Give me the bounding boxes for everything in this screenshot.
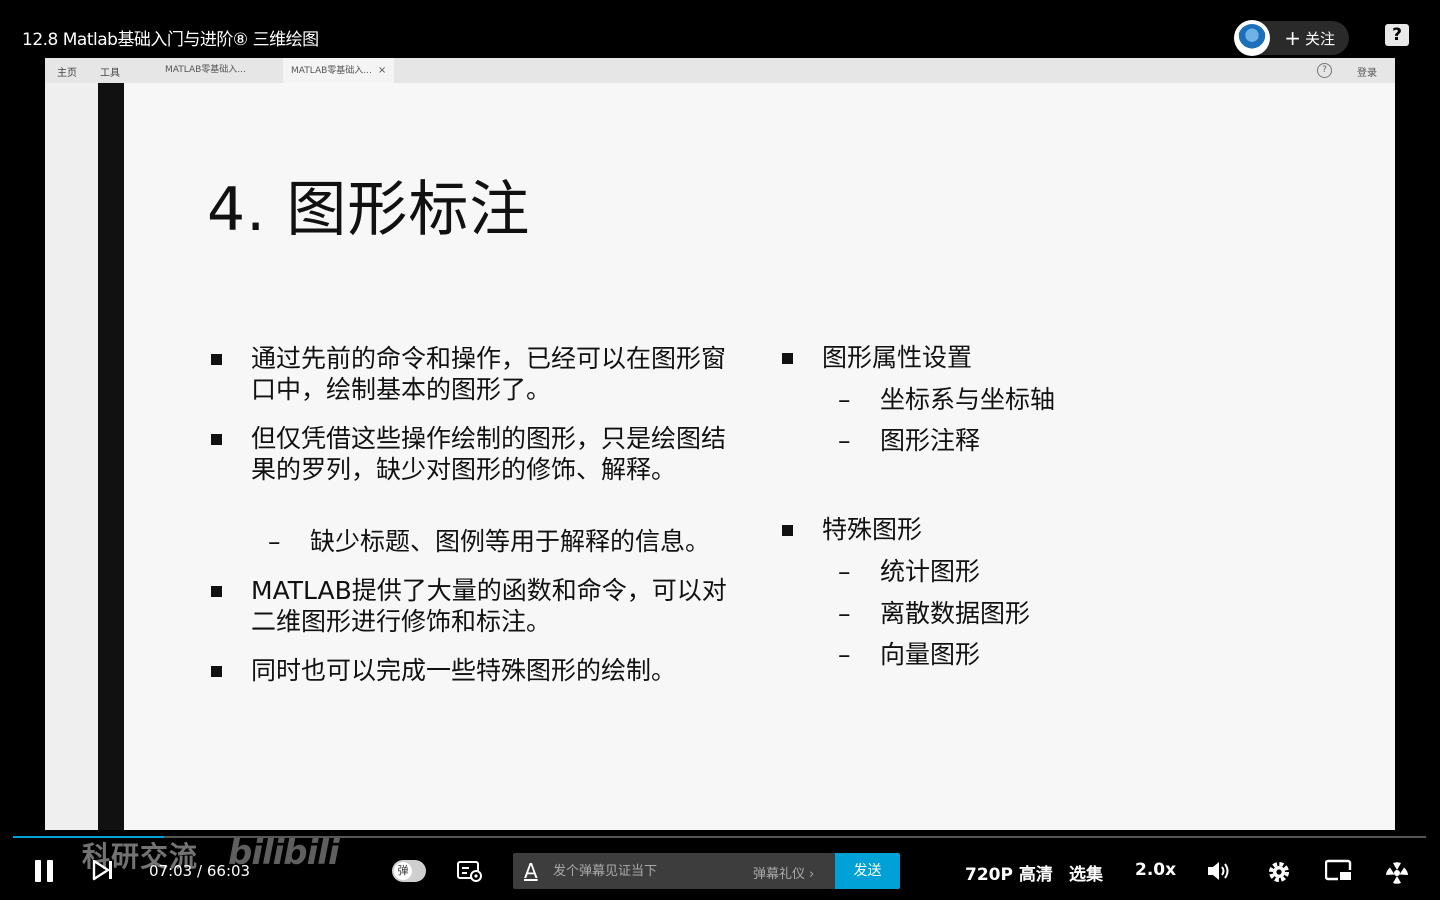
slide-bullet: 图形属性设置: [782, 342, 973, 373]
slide-sub-bullet: – 坐标系与坐标轴: [838, 384, 1056, 415]
time-separator: /: [197, 862, 203, 880]
dash-icon: –: [838, 640, 851, 669]
bullet-text: 特殊图形: [822, 515, 923, 544]
dash-icon: –: [268, 527, 281, 556]
dash-icon: –: [838, 599, 851, 628]
slide-bullet: 通过先前的命令和操作，已经可以在图形窗口中，绘制基本的图形了。: [211, 343, 741, 405]
danmaku-input[interactable]: [553, 861, 733, 881]
episodes-button[interactable]: 选集: [1069, 860, 1103, 885]
danmaku-settings-icon[interactable]: [457, 861, 483, 883]
bullet-square-icon: [211, 666, 222, 677]
bullet-text: 但仅凭借这些操作绘制的图形，只是绘图结果的罗列，缺少对图形的修饰、解释。: [251, 424, 727, 484]
danmaku-toggle[interactable]: 弹: [392, 860, 426, 882]
avatar-logo-icon: [1238, 24, 1266, 52]
bullet-text: 图形属性设置: [822, 343, 973, 372]
bullet-square-icon: [782, 525, 793, 536]
sub-bullet-text: 统计图形: [880, 557, 981, 586]
video-frame[interactable]: 主页 工具 MATLAB零基础入... MATLAB零基础入... × ? 登录 …: [45, 58, 1395, 840]
progress-bar[interactable]: [13, 836, 1426, 838]
bullet-square-icon: [782, 353, 793, 364]
danmaku-style-icon[interactable]: A: [524, 859, 538, 883]
browser-login-label: 登录: [1357, 68, 1377, 79]
recorded-left-panel: [45, 83, 98, 840]
current-time: 07:03: [149, 862, 193, 880]
help-icon[interactable]: ?: [1385, 24, 1409, 46]
volume-icon[interactable]: [1206, 859, 1232, 883]
next-episode-icon[interactable]: [92, 859, 114, 881]
close-icon: ×: [377, 65, 387, 76]
uploader-avatar[interactable]: [1234, 20, 1270, 56]
player-controls: 科研交流 bilibili 07:03 / 66:03 弹 A 弹幕礼仪 › 发…: [0, 830, 1440, 900]
bullet-square-icon: [211, 434, 222, 445]
send-button[interactable]: 发送: [835, 853, 900, 889]
slide-sub-bullet: – 离散数据图形: [838, 598, 1031, 629]
sub-bullet-text: 离散数据图形: [880, 599, 1031, 628]
sub-bullet-text: 坐标系与坐标轴: [880, 385, 1056, 414]
sub-bullet-text: 图形注释: [880, 426, 981, 455]
follow-label: 关注: [1304, 29, 1335, 48]
danmaku-input-box: A 弹幕礼仪 ›: [513, 853, 835, 889]
widescreen-icon[interactable]: [1325, 859, 1353, 883]
fullscreen-icon[interactable]: [1384, 859, 1410, 885]
slide: 4. 图形标注 通过先前的命令和操作，已经可以在图形窗口中，绘制基本的图形了。 …: [124, 83, 1395, 840]
total-time: 66:03: [206, 862, 251, 880]
video-title: 12.8 Matlab基础入门与进阶⑧ 三维绘图: [22, 30, 319, 50]
slide-sub-bullet: – 统计图形: [838, 556, 981, 587]
settings-gear-icon[interactable]: [1266, 859, 1292, 885]
browser-tab: MATLAB零基础入...: [157, 58, 254, 83]
quality-button[interactable]: 720P 高清: [965, 860, 1053, 885]
browser-tools-label: 工具: [100, 68, 120, 79]
video-header: 12.8 Matlab基础入门与进阶⑧ 三维绘图 + 关注 ?: [0, 0, 1440, 58]
slide-sub-bullet: – 缺少标题、图例等用于解释的信息。: [268, 526, 711, 557]
pause-icon[interactable]: [34, 860, 54, 882]
bullet-square-icon: [211, 354, 222, 365]
plus-icon: +: [1284, 26, 1301, 50]
recorded-browser-bar: 主页 工具 MATLAB零基础入... MATLAB零基础入... × ? 登录: [45, 58, 1395, 83]
dash-icon: –: [838, 426, 851, 455]
bullet-square-icon: [211, 586, 222, 597]
bullet-text: 同时也可以完成一些特殊图形的绘制。: [251, 656, 677, 685]
sub-bullet-text: 缺少标题、图例等用于解释的信息。: [310, 527, 711, 556]
dash-icon: –: [838, 557, 851, 586]
speed-button[interactable]: 2.0x: [1135, 860, 1176, 880]
browser-help-icon: ?: [1317, 63, 1332, 78]
slide-bullet: MATLAB提供了大量的函数和命令，可以对二维图形进行修饰和标注。: [211, 575, 741, 637]
danmaku-etiquette-link[interactable]: 弹幕礼仪 ›: [753, 863, 814, 882]
bullet-text: MATLAB提供了大量的函数和命令，可以对二维图形进行修饰和标注。: [251, 576, 727, 636]
slide-bullet: 特殊图形: [782, 514, 923, 545]
browser-tab-active: MATLAB零基础入... ×: [283, 58, 395, 83]
recorded-dark-bar: [98, 83, 124, 840]
slide-sub-bullet: – 图形注释: [838, 425, 981, 456]
sub-bullet-text: 向量图形: [880, 640, 981, 669]
dash-icon: –: [838, 385, 851, 414]
slide-bullet: 同时也可以完成一些特殊图形的绘制。: [211, 655, 741, 686]
danmaku-toggle-knob: 弹: [394, 862, 412, 880]
browser-home-label: 主页: [57, 68, 77, 79]
time-display: 07:03 / 66:03: [149, 862, 250, 880]
browser-tab-label: MATLAB零基础入...: [165, 65, 246, 75]
browser-tab-label: MATLAB零基础入...: [291, 66, 372, 76]
slide-sub-bullet: – 向量图形: [838, 639, 981, 670]
bullet-text: 通过先前的命令和操作，已经可以在图形窗口中，绘制基本的图形了。: [251, 344, 727, 404]
slide-title: 4. 图形标注: [207, 175, 531, 245]
slide-bullet: 但仅凭借这些操作绘制的图形，只是绘图结果的罗列，缺少对图形的修饰、解释。: [211, 423, 741, 485]
